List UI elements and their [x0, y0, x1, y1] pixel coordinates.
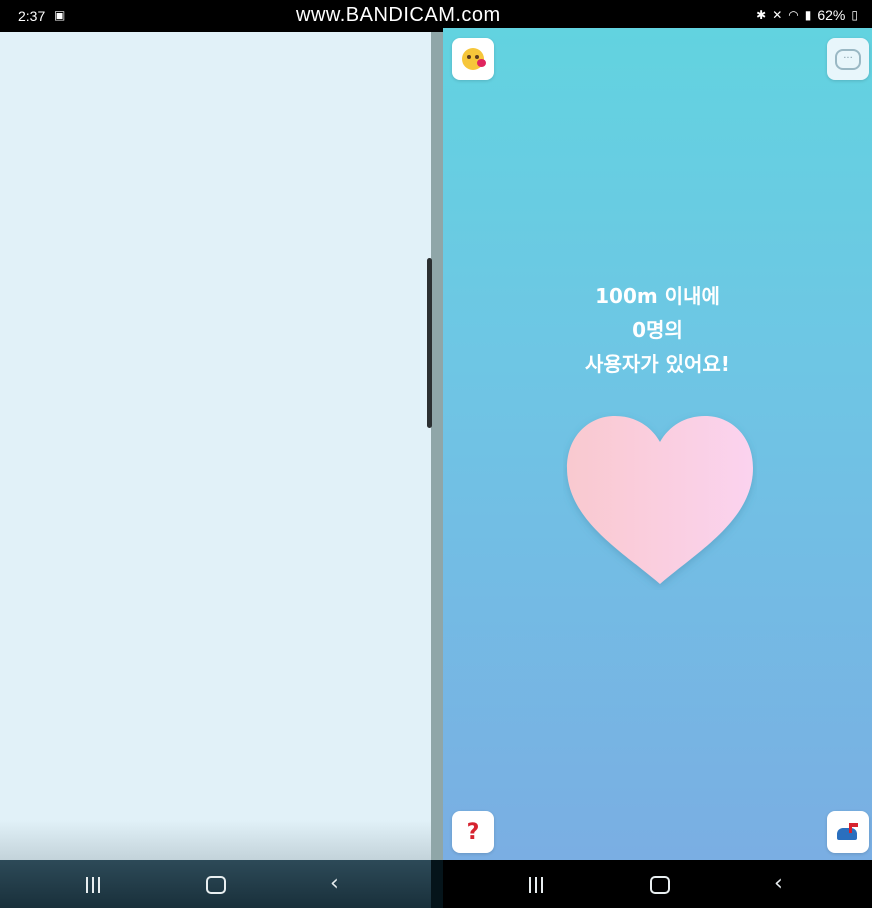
right-app-pane: ··· 100m 이내에 0명의 사용자가 있어요! ? [443, 28, 872, 860]
help-button[interactable]: ? [452, 811, 494, 853]
home-icon[interactable] [650, 876, 670, 894]
nav-bar-left: ‹ [0, 860, 431, 908]
heart-icon [567, 416, 753, 584]
status-time: 2:37 [18, 8, 46, 24]
left-app-pane [0, 32, 431, 860]
battery-percent: 62% [817, 7, 846, 23]
status-icons: ✱ ✕ ◠ ▮ 62% ▯ [756, 7, 858, 23]
back-icon[interactable]: ‹ [774, 872, 783, 896]
mute-icon: ✕ [772, 8, 783, 22]
count-line-1: 100m 이내에 [595, 284, 720, 308]
nearby-user-count: 100m 이내에 0명의 사용자가 있어요! [443, 279, 872, 381]
heart-button[interactable] [563, 412, 757, 590]
screenshot-icon: ▣ [54, 8, 66, 22]
wifi-icon: ◠ [788, 8, 799, 22]
nav-bar-right: ‹ [443, 860, 872, 908]
mailbox-button[interactable] [827, 811, 869, 853]
kissing-face-icon [462, 48, 486, 70]
count-line-2: 0명의 [632, 318, 683, 342]
question-mark-icon: ? [466, 819, 480, 845]
split-divider [431, 32, 443, 860]
back-icon[interactable]: ‹ [330, 872, 339, 896]
recording-watermark: www.BANDICAM.com [296, 4, 501, 26]
chat-bubble-icon: ··· [835, 48, 861, 70]
split-handle[interactable] [427, 258, 432, 428]
kiss-emoji-button[interactable] [452, 38, 494, 80]
battery-icon: ▯ [851, 8, 858, 22]
recents-icon[interactable] [529, 877, 547, 893]
count-line-3: 사용자가 있어요! [585, 352, 730, 376]
bluetooth-icon: ✱ [756, 8, 767, 22]
nav-gap [431, 860, 443, 908]
signal-icon: ▮ [804, 8, 812, 22]
recents-icon[interactable] [86, 877, 104, 893]
chat-button[interactable]: ··· [827, 38, 869, 80]
mailbox-icon [837, 823, 859, 841]
home-icon[interactable] [206, 876, 226, 894]
